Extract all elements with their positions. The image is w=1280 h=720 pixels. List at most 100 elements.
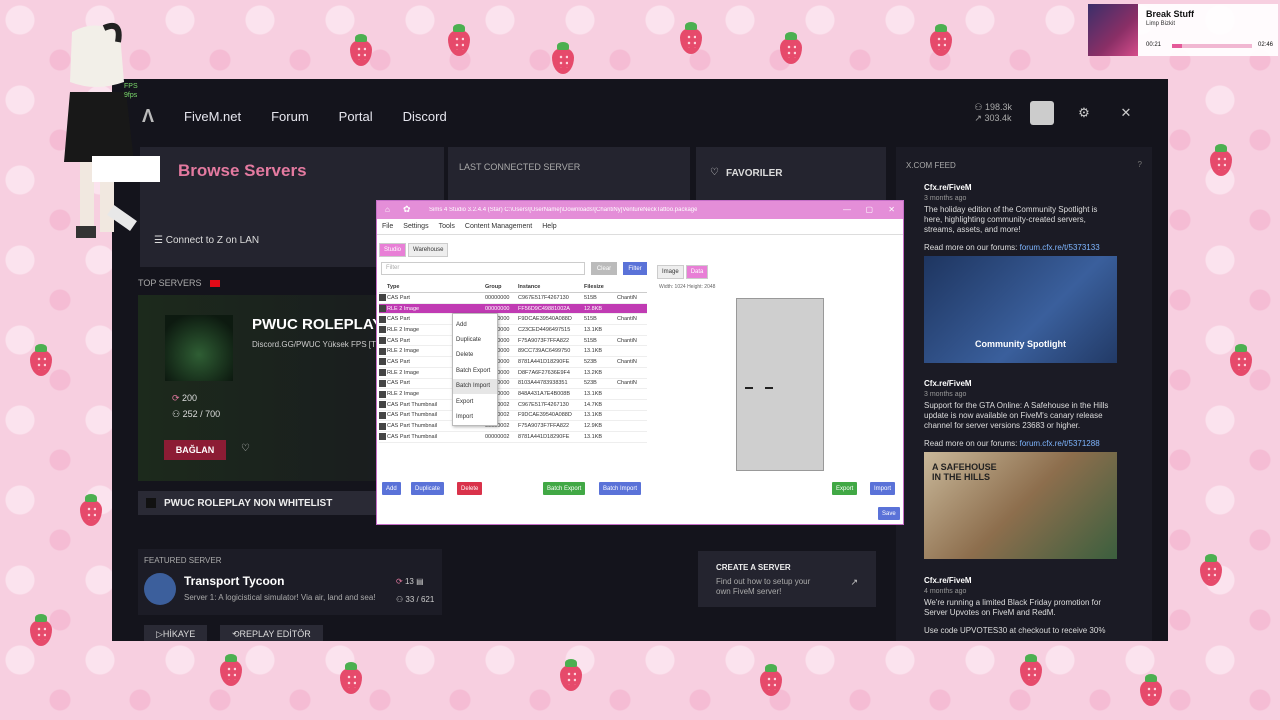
table-row[interactable]: RLE 2 Image00000000D8F7A6F27636E9F413.2K…: [379, 368, 647, 379]
column-header[interactable]: Type: [387, 284, 485, 290]
nav-link-portal[interactable]: Portal: [339, 109, 373, 124]
ctx-batch-import[interactable]: Batch Import: [453, 378, 497, 394]
table-row[interactable]: CAS Part Thumbnail 00000002 F75A9073F7FFA8…: [379, 421, 647, 432]
table-row[interactable]: CAS Part000000008781A441D18290FE523BChan…: [379, 357, 647, 368]
featured-server-card[interactable]: FEATURED SERVER Transport Tycoon Server …: [138, 549, 442, 615]
tab-studio[interactable]: Studio: [379, 243, 407, 257]
duplicate-button[interactable]: Duplicate: [411, 482, 445, 495]
server-icon: [146, 498, 156, 508]
replay-editor-button[interactable]: ⟲ REPLAY EDİTÖR: [220, 625, 323, 641]
feed-post: Cfx.re/FiveM 4 months ago We're running …: [906, 576, 1140, 635]
strawberry-decor: [930, 24, 952, 56]
nav-link-discord[interactable]: Discord: [403, 109, 447, 124]
s4s-tabs: Studio Warehouse: [379, 243, 449, 257]
post-author[interactable]: Cfx.re/FiveM: [906, 183, 1140, 192]
table-row[interactable]: RLE 2 Image00000000848A431A7E4B008B13.1K…: [379, 389, 647, 400]
post-link[interactable]: forum.cfx.re/t/5373133: [1020, 243, 1100, 252]
lan-connect-label: Connect to Z on LAN: [165, 235, 260, 246]
post-author[interactable]: Cfx.re/FiveM: [906, 576, 1140, 585]
menu-tools[interactable]: Tools: [439, 223, 455, 230]
tab-warehouse[interactable]: Warehouse: [408, 243, 449, 257]
export-button[interactable]: Export: [832, 482, 858, 495]
save-button[interactable]: Save: [878, 507, 900, 520]
us-flag-icon: ▤: [416, 577, 424, 586]
hero-players: ⟳ 200 ⚇ 252 / 700: [172, 390, 220, 422]
cell-instance: F9DCAE39540A088D: [518, 412, 572, 419]
post-link-prefix: Read more on our forums:: [924, 243, 1020, 252]
strawberry-decor: [340, 662, 362, 694]
close-icon[interactable]: ✕: [888, 205, 895, 214]
menu-file[interactable]: File: [382, 223, 393, 230]
cell-group: 00000002: [485, 433, 510, 440]
settings-icon[interactable]: ⚙: [1072, 101, 1096, 125]
table-row[interactable]: CAS Part Thumbnail00000002C967E517F42671…: [379, 400, 647, 411]
cell-filesize: 13.1KB: [584, 391, 603, 398]
filter-input[interactable]: Filter: [381, 262, 585, 275]
favorite-heart-icon[interactable]: ♡: [241, 443, 250, 454]
menu-settings[interactable]: Settings: [403, 223, 428, 230]
ctx-import[interactable]: Import: [453, 409, 497, 424]
post-link[interactable]: forum.cfx.re/t/5371288: [1020, 439, 1100, 448]
table-row[interactable]: CAS Part 00000000 C967E517F4267130 515B Chan…: [379, 293, 647, 304]
cell-instance: D8F7A6F27636E9F4: [518, 369, 570, 376]
last-connected-title: LAST CONNECTED SERVER: [459, 162, 581, 172]
strawberry-decor: [350, 34, 372, 66]
cell-extra: ChantiN: [617, 380, 637, 387]
boost-count: 200: [182, 393, 198, 403]
post-author[interactable]: Cfx.re/FiveM: [906, 379, 1140, 388]
top-servers-label: TOP SERVERS: [138, 278, 221, 288]
menu-content-management[interactable]: Content Management: [465, 223, 532, 230]
player-stats: ⚇ 198.3k ↗ 303.4k: [974, 102, 1012, 124]
delete-button[interactable]: Delete: [457, 482, 483, 495]
hikaye-button[interactable]: ▷ HİKAYE: [144, 625, 208, 641]
table-row[interactable]: RLE 2 Image00000000C23CED449649751513.1K…: [379, 325, 647, 336]
post-body: We're running a limited Black Friday pro…: [924, 598, 1102, 617]
tab-data[interactable]: Data: [685, 265, 709, 279]
s4s-palette-icon[interactable]: ✿: [403, 204, 411, 215]
users-icon: ⚇: [172, 409, 183, 419]
table-row[interactable]: RLE 2 Image 00000000 FF56D9C49881002A 12.8K…: [379, 303, 647, 315]
filter-button[interactable]: Filter: [623, 262, 647, 275]
tab-image[interactable]: Image: [657, 265, 684, 279]
table-row[interactable]: CAS Part00000000F75A9073F7FFA822515BChan…: [379, 336, 647, 347]
import-button[interactable]: Import: [870, 482, 896, 495]
close-icon[interactable]: ✕: [1114, 101, 1138, 125]
column-header[interactable]: Instance: [518, 284, 584, 290]
server-bar[interactable]: PWUC ROLEPLAY NON WHITELIST: [138, 491, 380, 515]
post-image[interactable]: Community Spotlight: [924, 256, 1117, 363]
favorites-card[interactable]: ♡ FAVORILER: [696, 147, 886, 201]
feed-post: Cfx.re/FiveM 3 months ago The holiday ed…: [906, 183, 1140, 363]
column-header[interactable]: Filesize: [584, 284, 617, 290]
ctx-export[interactable]: Export: [453, 394, 497, 409]
table-row[interactable]: CAS Part000000008103A44783938351523BChan…: [379, 379, 647, 390]
cell-group: 00000000: [485, 305, 510, 312]
boost-icon: ⟳: [172, 393, 183, 403]
ctx-add[interactable]: Add: [453, 317, 497, 332]
post-image[interactable]: A SAFEHOUSE IN THE HILLS: [924, 452, 1117, 559]
column-header[interactable]: Group: [485, 284, 518, 290]
menu-help[interactable]: Help: [542, 223, 556, 230]
table-row[interactable]: RLE 2 Image0000000089CC739AC649975013.1K…: [379, 346, 647, 358]
add-button[interactable]: Add: [382, 482, 401, 495]
batch-import-button[interactable]: Batch Import: [599, 482, 642, 495]
ctx-batch-export[interactable]: Batch Export: [453, 363, 497, 378]
maximize-icon[interactable]: ▢: [865, 205, 873, 214]
create-server-card[interactable]: CREATE A SERVER Find out how to setup yo…: [698, 551, 876, 607]
cell-instance: 89CC739AC6499750: [518, 348, 571, 355]
connect-button[interactable]: BAĞLAN: [164, 440, 226, 460]
ctx-delete[interactable]: Delete: [453, 348, 497, 363]
post-time: 4 months ago: [924, 588, 967, 595]
clear-button[interactable]: Clear: [591, 262, 617, 275]
table-row[interactable]: CAS Part Thumbnail00000002F9DCAE39540A08…: [379, 411, 647, 422]
table-row[interactable]: CAS Part00000000F9DCAE39540A088D515BChan…: [379, 314, 647, 326]
user-avatar[interactable]: [1030, 101, 1054, 125]
lan-connect[interactable]: ☰ Connect to Z on LAN: [154, 235, 259, 246]
nav-link-fivem-net[interactable]: FiveM.net: [184, 109, 241, 124]
last-connected-card[interactable]: LAST CONNECTED SERVER: [448, 147, 690, 201]
nav-link-forum[interactable]: Forum: [271, 109, 309, 124]
table-row[interactable]: CAS Part Thumbnail 00000002 8781A441D18290…: [379, 432, 647, 443]
ctx-duplicate[interactable]: Duplicate: [453, 332, 497, 347]
batch-export-button[interactable]: Batch Export: [543, 482, 586, 495]
minimize-icon[interactable]: —: [843, 205, 851, 214]
help-icon[interactable]: ?: [1138, 160, 1142, 169]
